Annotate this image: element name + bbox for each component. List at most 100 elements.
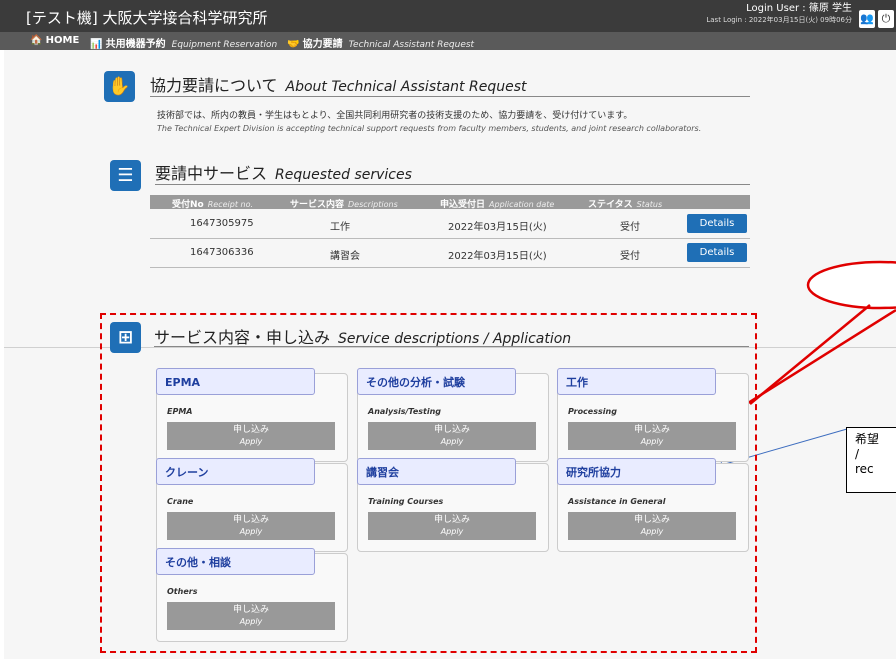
apply-button[interactable]: 申し込み Apply — [368, 512, 536, 540]
nav-assist[interactable]: 🤝 協力要請 Technical Assistant Request — [287, 35, 474, 50]
details-button[interactable]: Details — [687, 214, 747, 233]
col-date-jp: 申込受付日 — [440, 200, 486, 210]
service-card: 研究所協力 Assistance in General 申し込み Apply — [557, 458, 749, 552]
nav-assist-label: 協力要請 — [302, 39, 343, 50]
col-service-jp: サービス内容 — [290, 200, 345, 210]
service-name: 講習会 — [330, 251, 360, 262]
apply-label-en: Apply — [640, 437, 664, 446]
status: 受付 — [620, 222, 640, 233]
service-card: その他の分析・試験 Analysis/Testing 申し込み Apply — [357, 368, 549, 462]
service-subtitle: Analysis/Testing — [368, 407, 442, 416]
apply-label-en: Apply — [440, 437, 464, 446]
requested-title-en: Requested services — [275, 167, 412, 183]
apply-label-jp: 申し込み — [633, 515, 670, 525]
service-name: 講習会 — [357, 458, 516, 485]
service-subtitle: Processing — [568, 407, 617, 416]
apply-button[interactable]: 申し込み Apply — [568, 422, 736, 450]
col-service: サービス内容 Descriptions — [290, 197, 398, 210]
service-card: EPMA EPMA 申し込み Apply — [156, 368, 348, 462]
calendar-plus-icon: ⊞ — [110, 322, 141, 353]
receipt-no: 1647305975 — [190, 218, 254, 229]
login-info: Login User : 篠原 学生 Last Login : 2022年03月… — [706, 3, 852, 26]
user-icon[interactable]: 👥 — [859, 10, 875, 28]
apply-label-en: Apply — [239, 527, 263, 536]
service-card: 講習会 Training Courses 申し込み Apply — [357, 458, 549, 552]
table-row: 1647305975 工作 2022年03月15日(火) 受付 Details — [150, 210, 750, 239]
apply-label-jp: 申し込み — [232, 515, 269, 525]
login-user: Login User : 篠原 学生 — [746, 3, 852, 14]
services-title-jp: サービス内容・申し込み — [154, 328, 331, 347]
about-rule — [150, 96, 750, 97]
col-status-en: Status — [636, 200, 663, 209]
apply-label-en: Apply — [440, 527, 464, 536]
apply-label-jp: 申し込み — [232, 425, 269, 435]
apply-button[interactable]: 申し込み Apply — [368, 422, 536, 450]
nav-home-label: HOME — [45, 35, 80, 46]
application-date: 2022年03月15日(火) — [448, 251, 547, 262]
services-title-en: Service descriptions / Application — [338, 331, 572, 347]
apply-label-jp: 申し込み — [433, 515, 470, 525]
service-card: 工作 Processing 申し込み Apply — [557, 368, 749, 462]
apply-label-en: Apply — [239, 617, 263, 626]
apply-button[interactable]: 申し込み Apply — [167, 422, 335, 450]
requested-title-jp: 要請中サービス — [155, 164, 268, 183]
col-status: ステイタス Status — [588, 197, 662, 210]
nav-equipment-en: Equipment Reservation — [171, 40, 278, 50]
about-desc-en: The Technical Expert Division is accepti… — [157, 124, 702, 133]
services-title: サービス内容・申し込み Service descriptions / Applic… — [154, 324, 571, 348]
top-bar: [テスト機] 大阪大学接合科学研究所 Login User : 篠原 学生 La… — [0, 0, 896, 32]
col-receipt-jp: 受付No — [172, 200, 204, 210]
col-status-jp: ステイタス — [588, 200, 633, 210]
service-subtitle: EPMA — [167, 407, 193, 416]
annotation-line3: rec — [855, 462, 874, 476]
nav-bar: 🏠 HOME 📊 共用機器予約 Equipment Reservation 🤝 協… — [0, 32, 896, 50]
table-row: 1647306336 講習会 2022年03月15日(火) 受付 Details — [150, 239, 750, 268]
about-title: 協力要請について About Technical Assistant Reques… — [150, 72, 526, 96]
apply-label-jp: 申し込み — [433, 425, 470, 435]
apply-label-jp: 申し込み — [633, 425, 670, 435]
service-name: クレーン — [156, 458, 315, 485]
requested-rule — [155, 184, 750, 185]
service-name: EPMA — [156, 368, 315, 395]
annotation-line2: / — [855, 447, 860, 461]
apply-label-en: Apply — [239, 437, 263, 446]
service-name: その他の分析・試験 — [357, 368, 516, 395]
apply-label-en: Apply — [640, 527, 664, 536]
service-card: クレーン Crane 申し込み Apply — [156, 458, 348, 552]
service-name: 工作 — [557, 368, 716, 395]
details-button[interactable]: Details — [687, 243, 747, 262]
col-date: 申込受付日 Application date — [440, 197, 554, 210]
nav-home[interactable]: 🏠 HOME — [30, 35, 79, 46]
service-name: 工作 — [330, 222, 350, 233]
about-title-jp: 協力要請について — [150, 76, 278, 95]
nav-equipment-label: 共用機器予約 — [105, 39, 166, 50]
handshake-icon: ✋ — [104, 71, 135, 102]
requested-title: 要請中サービス Requested services — [155, 160, 412, 184]
about-title-en: About Technical Assistant Request — [285, 79, 527, 95]
receipt-no: 1647306336 — [190, 247, 254, 258]
nav-assist-en: Technical Assistant Request — [348, 40, 475, 50]
apply-label-jp: 申し込み — [232, 605, 269, 615]
application-date: 2022年03月15日(火) — [448, 222, 547, 233]
app-title: [テスト機] 大阪大学接合科学研究所 — [26, 9, 268, 27]
service-subtitle: Others — [167, 587, 198, 596]
status: 受付 — [620, 251, 640, 262]
last-login: Last Login : 2022年03月15日(火) 09時06分 — [706, 16, 852, 24]
about-desc-jp: 技術部では、所内の教員・学生はもとより、全国共同利用研究者の技術支援のため、協力… — [157, 111, 633, 121]
service-subtitle: Crane — [167, 497, 194, 506]
service-subtitle: Training Courses — [368, 497, 444, 506]
col-date-en: Application date — [489, 200, 555, 209]
nav-equipment[interactable]: 📊 共用機器予約 Equipment Reservation — [90, 35, 277, 50]
service-subtitle: Assistance in General — [568, 497, 666, 506]
apply-button[interactable]: 申し込み Apply — [167, 512, 335, 540]
annotation-callout: 希望 / rec — [846, 427, 896, 493]
service-name: その他・相談 — [156, 548, 315, 575]
services-rule — [154, 346, 749, 347]
service-card: その他・相談 Others 申し込み Apply — [156, 548, 348, 642]
col-service-en: Descriptions — [348, 200, 398, 209]
apply-button[interactable]: 申し込み Apply — [167, 602, 335, 630]
service-name: 研究所協力 — [557, 458, 716, 485]
power-icon[interactable]: ⏻ — [878, 10, 894, 28]
apply-button[interactable]: 申し込み Apply — [568, 512, 736, 540]
list-icon: ☰ — [110, 160, 141, 191]
